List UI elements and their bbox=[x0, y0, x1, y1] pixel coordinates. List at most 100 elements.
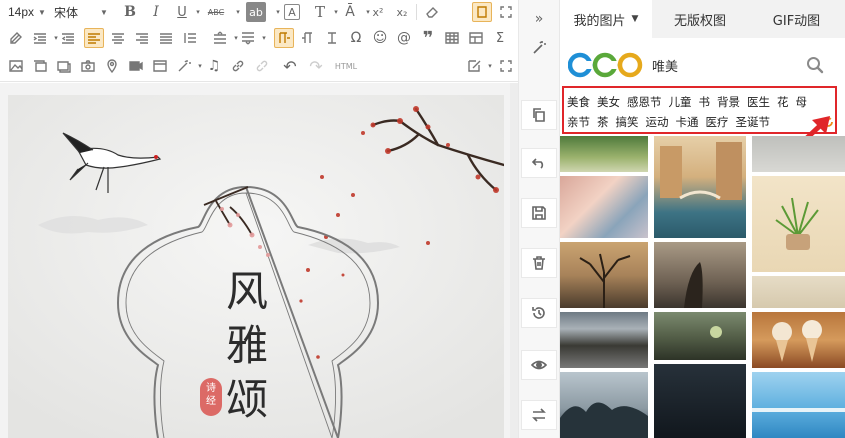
preview-eye-icon[interactable] bbox=[521, 350, 557, 380]
tag-item[interactable]: 书 bbox=[699, 94, 711, 110]
link-icon[interactable] bbox=[228, 56, 248, 76]
special-char-icon[interactable]: Ω bbox=[346, 28, 366, 48]
search-icon[interactable] bbox=[806, 56, 824, 74]
quote-icon[interactable]: ❞ bbox=[418, 28, 438, 49]
image-result[interactable] bbox=[560, 242, 648, 308]
image-result[interactable] bbox=[752, 312, 845, 368]
tag-item[interactable]: 亲节 bbox=[567, 114, 590, 130]
image-result[interactable] bbox=[560, 372, 648, 438]
tag-item[interactable]: 美女 bbox=[597, 94, 620, 110]
video-icon[interactable] bbox=[126, 56, 146, 76]
chevron-down-icon[interactable]: ▾ bbox=[228, 2, 248, 22]
outdent-icon[interactable] bbox=[58, 28, 78, 48]
emoji-icon[interactable]: ☺ bbox=[370, 28, 390, 48]
fullscreen-icon[interactable] bbox=[496, 2, 516, 22]
html-source-button[interactable]: HTML bbox=[334, 56, 358, 76]
line-spacing-icon[interactable] bbox=[180, 28, 200, 48]
font-size-select[interactable]: 14px ▼ bbox=[8, 2, 46, 22]
image-result[interactable] bbox=[560, 176, 648, 238]
table-properties-icon[interactable] bbox=[466, 28, 486, 48]
image-result[interactable] bbox=[560, 136, 648, 172]
tag-item[interactable]: 圣诞节 bbox=[736, 114, 771, 130]
background-color-icon[interactable]: ab bbox=[246, 2, 266, 22]
tag-item[interactable]: 茶 bbox=[597, 114, 609, 130]
web-icon[interactable] bbox=[150, 56, 170, 76]
font-family-select[interactable]: 宋体 ▼ bbox=[54, 2, 108, 22]
table-icon[interactable] bbox=[442, 28, 462, 48]
image-result[interactable] bbox=[752, 176, 845, 272]
align-right-icon[interactable] bbox=[132, 28, 152, 48]
tag-item[interactable]: 背景 bbox=[717, 94, 740, 110]
ltr-direction-icon[interactable] bbox=[274, 28, 294, 48]
image-result[interactable] bbox=[654, 312, 746, 360]
multi-image-icon[interactable] bbox=[30, 56, 50, 76]
tab-my-images[interactable]: 我的图片 ▼ bbox=[560, 0, 652, 38]
frame-icon[interactable] bbox=[54, 56, 74, 76]
canvas-scrollbar[interactable] bbox=[510, 83, 518, 438]
clear-format-icon[interactable] bbox=[6, 28, 26, 48]
subscript-icon[interactable]: x₂ bbox=[392, 2, 412, 22]
tag-item[interactable]: 感恩节 bbox=[627, 94, 662, 110]
sum-icon[interactable]: Σ bbox=[490, 28, 510, 48]
align-justify-icon[interactable] bbox=[156, 28, 176, 48]
undo-icon[interactable]: ↶ bbox=[280, 56, 300, 76]
chevron-down-icon[interactable]: ▾ bbox=[254, 28, 274, 48]
toolbar-row-3: ▾ ♫ ↶ ↷ HTML ▾ bbox=[0, 54, 518, 78]
tag-item[interactable]: 医疗 bbox=[706, 114, 729, 130]
tag-item[interactable]: 搞笑 bbox=[616, 114, 639, 130]
copy-icon[interactable] bbox=[521, 100, 557, 130]
collapse-panel-icon[interactable]: » bbox=[521, 4, 557, 34]
image-result[interactable] bbox=[654, 242, 746, 308]
save-icon[interactable] bbox=[521, 198, 557, 228]
screenshot-icon[interactable] bbox=[78, 56, 98, 76]
image-result[interactable] bbox=[752, 372, 845, 438]
chevron-down-icon[interactable]: ▾ bbox=[188, 2, 208, 22]
trash-icon[interactable] bbox=[521, 248, 557, 278]
music-icon[interactable]: ♫ bbox=[204, 56, 224, 76]
font-family-value: 宋体 bbox=[54, 5, 79, 20]
unlink-icon[interactable] bbox=[252, 56, 272, 76]
chevron-down-icon: ▼ bbox=[38, 7, 46, 17]
cco-logo bbox=[568, 52, 643, 78]
tag-item[interactable]: 美食 bbox=[567, 94, 590, 110]
editor-canvas[interactable]: 风 雅 颂 诗经 bbox=[0, 83, 518, 438]
magic-wand-icon[interactable] bbox=[521, 32, 557, 62]
tag-item[interactable]: 医生 bbox=[747, 94, 770, 110]
image-result[interactable] bbox=[654, 364, 746, 438]
font-color-icon[interactable]: Ā bbox=[340, 2, 360, 22]
expand-icon[interactable] bbox=[496, 56, 516, 76]
italic-icon[interactable]: I bbox=[146, 2, 166, 22]
image-result[interactable] bbox=[560, 312, 648, 368]
tab-gif[interactable]: GIF动图 bbox=[748, 0, 845, 38]
tag-item[interactable]: 儿童 bbox=[669, 94, 692, 110]
tag-row: 亲节茶搞笑 运动 卡通 医疗 圣诞节 bbox=[567, 114, 777, 130]
image-result[interactable] bbox=[752, 136, 845, 172]
align-left-icon[interactable] bbox=[84, 28, 104, 48]
tab-copyright-free[interactable]: 无版权图 bbox=[652, 0, 748, 38]
swap-icon[interactable] bbox=[521, 400, 557, 430]
format-painter-icon[interactable] bbox=[472, 2, 492, 22]
rtl-direction-icon[interactable] bbox=[298, 28, 318, 48]
tag-item[interactable]: 卡通 bbox=[676, 114, 699, 130]
location-icon[interactable] bbox=[102, 56, 122, 76]
at-icon[interactable]: @ bbox=[394, 28, 414, 48]
align-center-icon[interactable] bbox=[108, 28, 128, 48]
tag-item[interactable]: 母 bbox=[796, 94, 808, 110]
poster-image[interactable]: 风 雅 颂 诗经 bbox=[8, 95, 504, 438]
image-icon[interactable] bbox=[6, 56, 26, 76]
tag-item[interactable]: 运动 bbox=[646, 114, 669, 130]
superscript-icon[interactable]: x² bbox=[368, 2, 388, 22]
strikethrough-icon[interactable]: ABC bbox=[206, 2, 226, 22]
history-icon[interactable] bbox=[521, 298, 557, 328]
bold-icon[interactable]: B bbox=[120, 2, 140, 22]
undo-icon[interactable] bbox=[521, 148, 557, 178]
eraser-icon[interactable] bbox=[422, 2, 442, 22]
image-result[interactable] bbox=[654, 136, 746, 238]
text-wrap-icon[interactable] bbox=[322, 28, 342, 48]
poster-title-char: 风 bbox=[226, 267, 269, 316]
redo-icon[interactable]: ↷ bbox=[306, 56, 326, 76]
text-border-icon[interactable]: A bbox=[284, 4, 300, 20]
tag-item[interactable]: 花 bbox=[777, 94, 789, 110]
image-result[interactable] bbox=[752, 276, 845, 308]
image-search-input[interactable] bbox=[652, 57, 802, 73]
